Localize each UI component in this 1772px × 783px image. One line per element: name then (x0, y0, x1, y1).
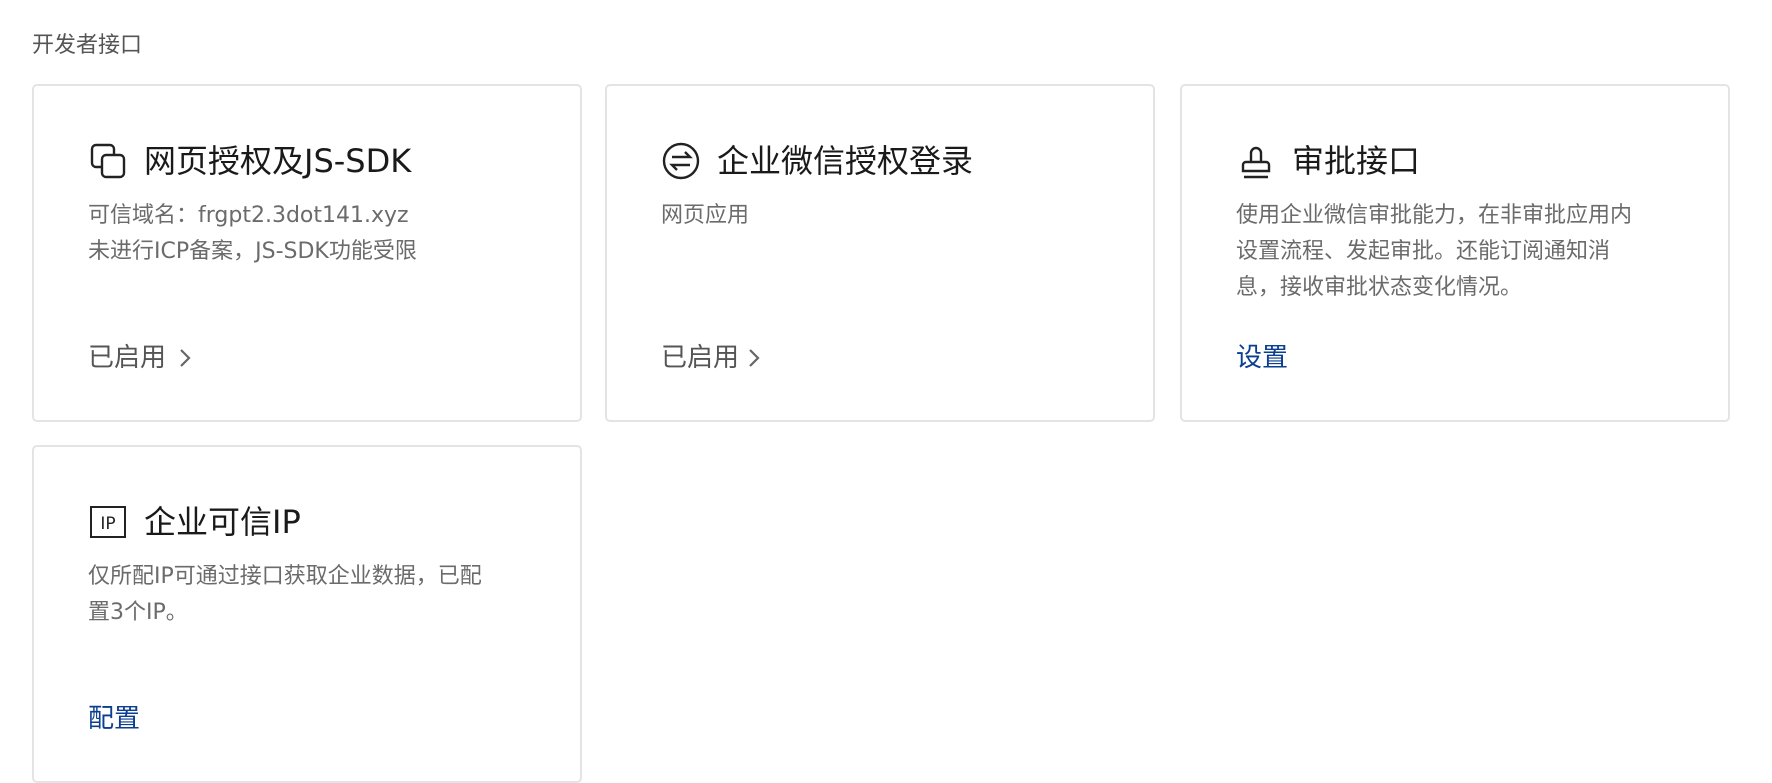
chevron-right-icon (747, 347, 761, 369)
description-line: 置3个IP。 (88, 600, 188, 625)
ip-icon: IP (88, 502, 128, 542)
web-auth-icon (88, 141, 128, 181)
card-description: 使用企业微信审批能力，在非审批应用内 设置流程、发起审批。还能订阅通知消 息，接… (1236, 198, 1686, 306)
status-enabled-link[interactable]: 已启用 (661, 338, 761, 378)
configure-link[interactable]: 配置 (88, 699, 140, 739)
status-label: 已启用 (661, 343, 740, 373)
card-header: 企业微信授权登录 (661, 136, 973, 186)
stamp-icon (1236, 141, 1276, 181)
card-description: 仅所配IP可通过接口获取企业数据，已配 置3个IP。 (88, 559, 538, 631)
chevron-right-icon (178, 347, 192, 369)
status-enabled-link[interactable]: 已启用 (88, 338, 192, 378)
card-header: IP 企业可信IP (88, 497, 301, 547)
card-description: 可信域名：frgpt2.3dot141.xyz 未进行ICP备案，JS-SDK功… (88, 198, 538, 270)
card-header: 审批接口 (1236, 136, 1420, 186)
description-line: 可信域名：frgpt2.3dot141.xyz (88, 203, 409, 228)
description-line: 网页应用 (661, 203, 750, 228)
card-header: 网页授权及JS-SDK (88, 136, 411, 186)
card-web-auth-jssdk[interactable]: 网页授权及JS-SDK 可信域名：frgpt2.3dot141.xyz 未进行I… (32, 84, 582, 422)
card-title: 审批接口 (1292, 142, 1421, 180)
card-title: 企业微信授权登录 (717, 142, 974, 180)
description-line: 设置流程、发起审批。还能订阅通知消 (1236, 239, 1611, 264)
settings-link[interactable]: 设置 (1236, 338, 1288, 378)
description-line: 使用企业微信审批能力，在非审批应用内 (1236, 203, 1633, 228)
card-trusted-ip[interactable]: IP 企业可信IP 仅所配IP可通过接口获取企业数据，已配 置3个IP。 配置 (32, 445, 582, 783)
description-line: 息，接收审批状态变化情况。 (1236, 275, 1523, 300)
card-wecom-login[interactable]: 企业微信授权登录 网页应用 已启用 (605, 84, 1155, 422)
card-description: 网页应用 (661, 198, 1111, 234)
section-title: 开发者接口 (32, 33, 143, 58)
exchange-icon (661, 141, 701, 181)
card-title: 网页授权及JS-SDK (144, 142, 412, 180)
status-label: 已启用 (88, 343, 167, 373)
description-line: 未进行ICP备案，JS-SDK功能受限 (88, 239, 417, 264)
card-title: 企业可信IP (144, 503, 301, 541)
description-line: 仅所配IP可通过接口获取企业数据，已配 (88, 564, 482, 589)
ip-icon-text: IP (100, 514, 115, 534)
card-approval-api[interactable]: 审批接口 使用企业微信审批能力，在非审批应用内 设置流程、发起审批。还能订阅通知… (1180, 84, 1730, 422)
